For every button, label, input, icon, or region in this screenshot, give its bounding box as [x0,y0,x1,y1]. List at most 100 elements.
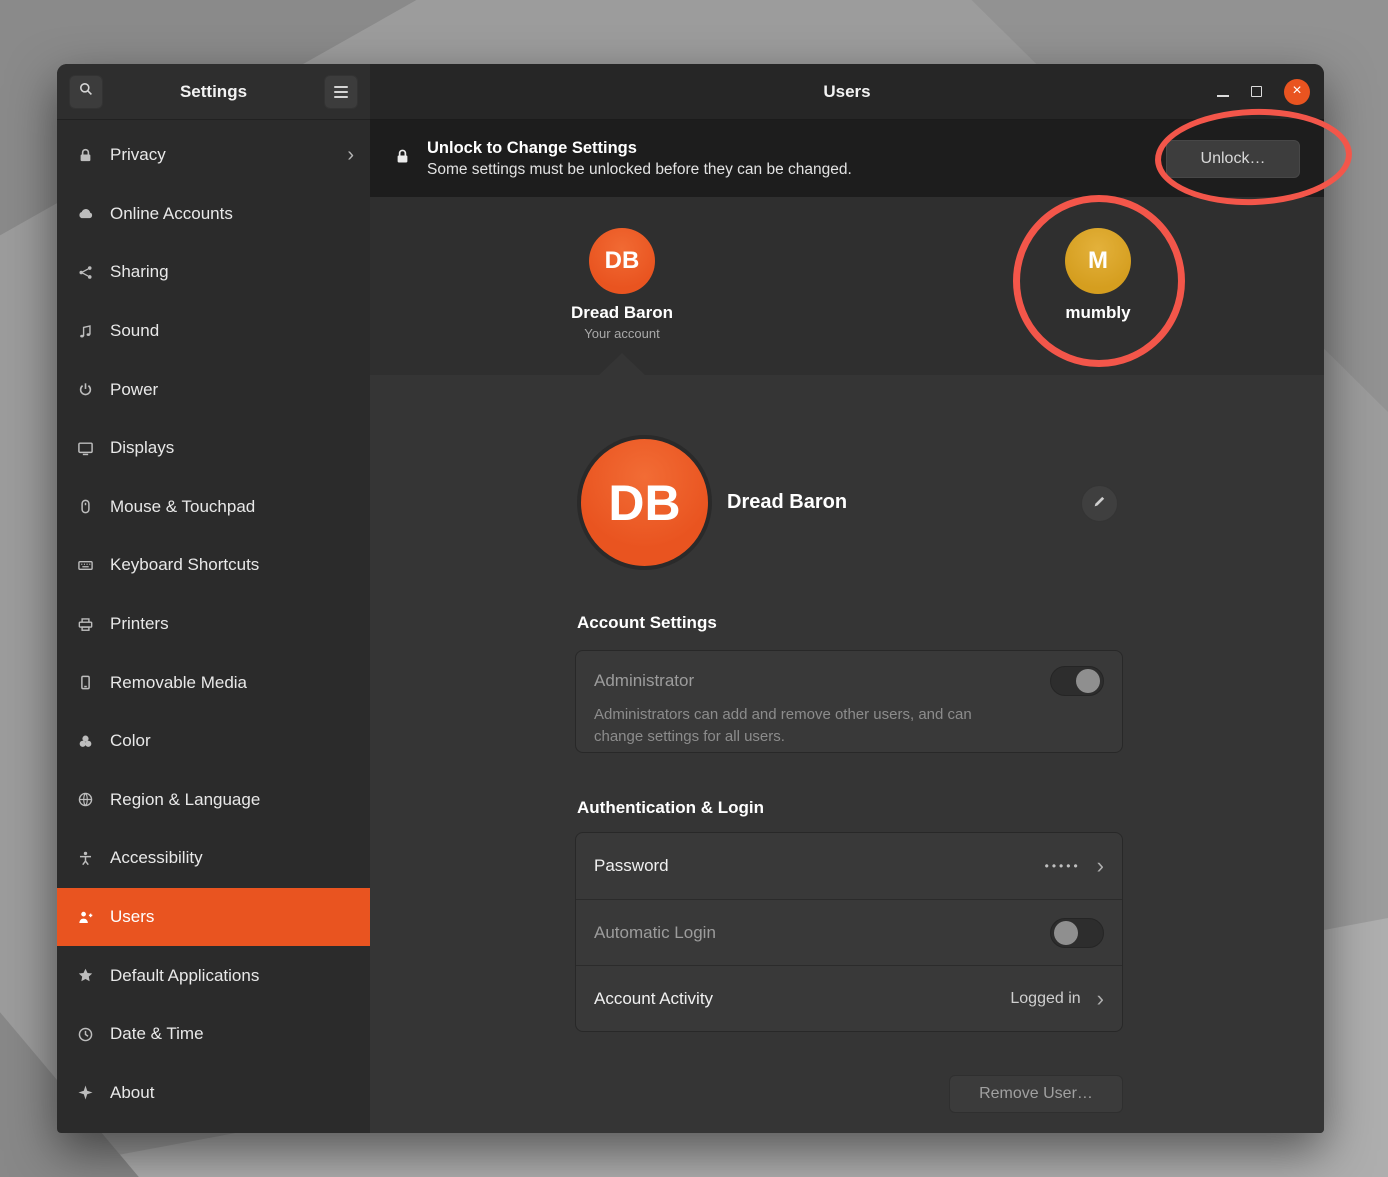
hamburger-icon [334,86,348,98]
sidebar-item-label: Displays [110,438,174,458]
unlock-banner-title: Unlock to Change Settings [427,139,852,158]
remove-user-button[interactable]: Remove User… [949,1075,1123,1113]
sparkle-icon [77,1084,95,1102]
sidebar-item-label: Privacy [110,145,166,165]
sidebar-item-keyboard-shortcuts[interactable]: Keyboard Shortcuts [57,536,370,595]
chevron-right-icon: › [347,145,354,165]
sidebar-item-label: Mouse & Touchpad [110,497,255,517]
search-button[interactable] [69,75,103,109]
unlock-button[interactable]: Unlock… [1166,140,1300,178]
sidebar-item-label: Color [110,731,151,751]
sidebar-item-accessibility[interactable]: Accessibility [57,829,370,888]
cloud-icon [77,205,95,223]
user-details: DB Dread Baron Account Settings Administ… [370,375,1324,1133]
unlock-banner-text: Unlock to Change Settings Some settings … [427,139,852,179]
sidebar-item-about[interactable]: About [57,1064,370,1123]
sidebar-item-sharing[interactable]: Sharing [57,243,370,302]
display-icon [77,439,95,457]
sidebar-item-label: Printers [110,614,169,634]
sidebar-item-mouse-touchpad[interactable]: Mouse & Touchpad [57,478,370,537]
sidebar-item-default-applications[interactable]: Default Applications [57,946,370,1005]
sidebar-item-label: Power [110,380,158,400]
chevron-right-icon [1097,988,1104,1010]
pencil-icon [1092,494,1107,514]
sidebar-item-label: Date & Time [110,1024,204,1044]
automatic-login-toggle[interactable] [1050,918,1104,948]
automatic-login-row: Automatic Login [576,899,1122,965]
globe-icon [77,791,95,809]
music-note-icon [77,322,95,340]
account-activity-row[interactable]: Account Activity Logged in [576,965,1122,1031]
account-settings-heading: Account Settings [577,613,717,633]
sidebar-item-label: Users [110,907,154,927]
main-panel: Users Unlock to Change Settings Some set… [370,64,1324,1133]
sidebar-item-label: Region & Language [110,790,260,810]
avatar[interactable]: DB [577,435,712,570]
sidebar-item-label: Default Applications [110,966,259,986]
carousel-user-name: mumbly [1065,303,1130,323]
keyboard-icon [77,556,95,574]
sidebar-item-displays[interactable]: Displays [57,419,370,478]
sidebar-item-label: Removable Media [110,673,247,693]
carousel-user-mumbly[interactable]: M mumbly [998,197,1198,323]
administrator-label: Administrator [594,671,694,691]
password-label: Password [594,856,669,876]
carousel-selection-notch [599,353,645,375]
accessibility-icon [77,849,95,867]
sidebar-item-label: Sound [110,321,159,341]
carousel-user-dread-baron[interactable]: DB Dread Baron Your account [522,197,722,341]
desktop: Settings Privacy › Online Accounts Sha [0,0,1388,1177]
users-icon [77,908,95,926]
sidebar-item-online-accounts[interactable]: Online Accounts [57,185,370,244]
profile-name: Dread Baron [727,491,847,514]
minimize-button[interactable] [1217,95,1229,97]
lock-icon [394,147,411,171]
edit-name-button[interactable] [1081,485,1118,522]
power-icon [77,381,95,399]
sidebar-item-label: Accessibility [110,848,203,868]
sidebar-title: Settings [103,82,324,102]
unlock-banner-subtitle: Some settings must be unlocked before th… [427,161,852,179]
sidebar-item-printers[interactable]: Printers [57,595,370,654]
sidebar: Settings Privacy › Online Accounts Sha [57,64,370,1133]
toggle-knob [1076,669,1100,693]
sidebar-list: Privacy › Online Accounts Sharing Sound [57,120,370,1122]
removable-media-icon [77,674,95,692]
window-controls [1217,64,1310,119]
automatic-login-label: Automatic Login [594,923,716,943]
toggle-knob [1054,921,1078,945]
search-icon [78,81,94,102]
sidebar-item-label: Keyboard Shortcuts [110,555,259,575]
avatar: M [1065,228,1131,294]
sidebar-item-sound[interactable]: Sound [57,302,370,361]
password-row[interactable]: Password ••••• [576,833,1122,899]
sidebar-item-power[interactable]: Power [57,360,370,419]
authentication-heading: Authentication & Login [577,798,764,818]
printer-icon [77,615,95,633]
lock-icon [77,146,95,164]
sidebar-item-privacy[interactable]: Privacy › [57,126,370,185]
sidebar-item-label: Sharing [110,262,169,282]
color-icon [77,732,95,750]
administrator-toggle[interactable] [1050,666,1104,696]
sidebar-item-region-language[interactable]: Region & Language [57,771,370,830]
avatar: DB [589,228,655,294]
account-settings-card: Administrator Administrators can add and… [575,650,1123,753]
carousel-user-subtitle: Your account [584,326,659,341]
sidebar-header: Settings [57,64,370,120]
sidebar-item-date-time[interactable]: Date & Time [57,1005,370,1064]
sidebar-item-removable-media[interactable]: Removable Media [57,653,370,712]
mouse-icon [77,498,95,516]
sidebar-item-color[interactable]: Color [57,712,370,771]
page-title: Users [823,82,870,102]
account-activity-label: Account Activity [594,989,713,1009]
close-button[interactable] [1284,79,1310,105]
menu-button[interactable] [324,75,358,109]
share-icon [77,263,95,281]
star-icon [77,967,95,985]
sidebar-item-label: Online Accounts [110,204,233,224]
administrator-description: Administrators can add and remove other … [594,704,1024,748]
maximize-button[interactable] [1251,86,1262,97]
clock-icon [77,1025,95,1043]
sidebar-item-users[interactable]: Users [57,888,370,947]
